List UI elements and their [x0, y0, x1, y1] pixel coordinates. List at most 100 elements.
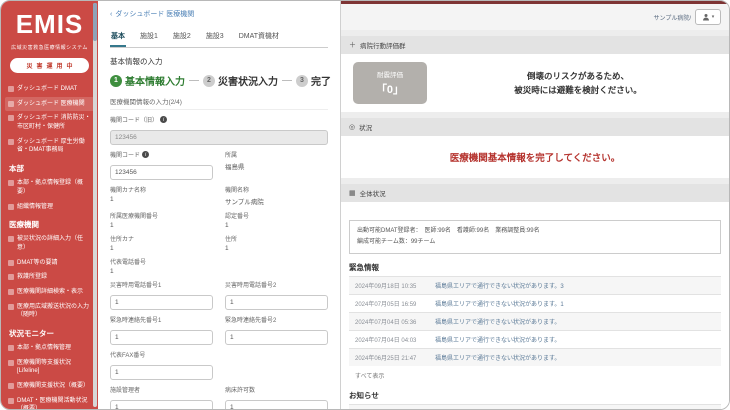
assessment-section-title: 病院行動評価群 — [360, 40, 406, 50]
sidebar-item-dashboard-medical[interactable]: ダッシュボード 医療機関 — [5, 97, 94, 112]
sidebar-item-dashboard-mhlw-dmat[interactable]: ダッシュボード 厚生労働省・DMAT事務局 — [5, 135, 94, 158]
sidebar-item-support-status[interactable]: 医療機関支援状況（概要） — [5, 379, 94, 394]
org-code-field[interactable] — [110, 165, 213, 180]
status-section-header[interactable]: ◎ 状況 — [341, 118, 729, 136]
dashboard-panel: サンプル病院/ ▾ ＋ 病院行動評価群 耐震評価 「0」 倒壊のリスクがあるため… — [341, 1, 729, 409]
show-all-link[interactable]: すべて表示 — [349, 366, 721, 385]
emis-logo: EMIS — [1, 1, 98, 40]
sidebar-item-label: 救護所登録 — [17, 273, 47, 282]
cert-no-value: 1 — [225, 222, 328, 229]
affiliation-label: 所属 — [225, 150, 328, 159]
menu-icon — [8, 236, 14, 242]
sidebar-item-dashboard-fire-municipal[interactable]: ダッシュボード 消防防災・市区町村・保健所 — [5, 111, 94, 134]
emergency-row[interactable]: 2024年06月25日 21:47 福島県エリアで通行できない状況があります。 — [349, 348, 721, 366]
sidebar-item-aid-station[interactable]: 救護所登録 — [5, 270, 94, 285]
row-text: 福島県エリアで通行できない状況があります。1 — [435, 299, 564, 308]
sidebar-item-dmat-request[interactable]: DMAT等の要請 — [5, 256, 94, 271]
menu-icon — [8, 274, 14, 280]
org-code-label: 機関コード i — [110, 150, 213, 159]
step-connector — [282, 80, 292, 81]
emergency-row[interactable]: 2024年07月05日 16:59 福島県エリアで通行できない状況があります。1 — [349, 294, 721, 312]
row-date: 2024年09月18日 10:35 — [355, 281, 427, 290]
sidebar-item-label: ダッシュボード DMAT — [17, 85, 77, 94]
sidebar-item-dmat-activity[interactable]: DMAT・医療機関活動状況（概要） — [5, 394, 94, 409]
breadcrumb[interactable]: ‹ ダッシュボード 医療機関 — [110, 9, 328, 19]
sidebar-item-dashboard-dmat[interactable]: ダッシュボード DMAT — [5, 82, 94, 97]
status-icon: ◎ — [349, 123, 355, 131]
dmat-registrants: 出動可能DMAT登録者： 医師:99名 看護師:99名 業務調整員:99名 — [357, 226, 713, 237]
sidebar-item-label: ダッシュボード 医療機関 — [17, 100, 85, 109]
breadcrumb-label: ダッシュボード 医療機関 — [115, 9, 194, 19]
back-arrow-icon: ‹ — [110, 11, 112, 18]
logged-in-facility[interactable]: サンプル病院/ — [654, 13, 692, 22]
disaster-tel1-field[interactable] — [110, 295, 213, 310]
emergency-row[interactable]: 2024年07月04日 05:36 福島県エリアで通行できない状況があります。 — [349, 312, 721, 330]
sidebar-item-org-info[interactable]: 組織情報管理 — [5, 200, 94, 215]
tab-basic[interactable]: 基本 — [110, 28, 126, 47]
badge-value: 「0」 — [376, 81, 404, 97]
sidebar-item-transport-input[interactable]: 医療用広域搬送状況の入力（随時） — [5, 300, 94, 323]
disaster-tel2-field[interactable] — [225, 295, 328, 310]
med-org-no-value: 1 — [110, 222, 213, 229]
tab-facility-1[interactable]: 施設1 — [139, 28, 159, 47]
fax-field[interactable] — [110, 365, 213, 380]
grid-icon: ▦ — [349, 189, 356, 197]
row-text: 福島県エリアで通行できない状況があります。 — [435, 353, 560, 362]
menu-icon — [8, 260, 14, 266]
page-title: 基本情報の入力 — [110, 56, 328, 67]
sidebar-section-honbu: 本部 — [5, 158, 94, 176]
info-icon[interactable]: i — [160, 116, 167, 123]
sidebar-scrollbar-thumb[interactable] — [93, 3, 97, 41]
overall-section-header[interactable]: ▦ 全体状況 — [341, 184, 729, 202]
notice-row[interactable]: 2024年07月03日 23:12 2024年度DMAT隊員資格更新について7/… — [349, 404, 721, 409]
manager-field[interactable] — [110, 400, 213, 409]
sidebar: EMIS 広域災害救急医療情報システム 災害運用中 ダッシュボード DMAT ダ… — [1, 1, 98, 409]
sidebar-item-damage-detail[interactable]: 被災状況の詳細入力（任意） — [5, 232, 94, 255]
beds-field[interactable] — [225, 400, 328, 409]
sidebar-section-medical: 医療機関 — [5, 214, 94, 232]
sidebar-item-label: 医療機関詳細検索・表示 — [17, 288, 83, 297]
step-number: 3 — [296, 75, 308, 87]
info-icon[interactable]: i — [142, 151, 149, 158]
cert-no-label: 認定番号 — [225, 211, 328, 220]
step-disaster-status: 2 災害状況入力 — [203, 73, 278, 88]
menu-icon — [8, 289, 14, 295]
sidebar-item-hq-registration[interactable]: 本部・拠点情報登録（概要） — [5, 176, 94, 199]
sidebar-item-label: ダッシュボード 消防防災・市区町村・保健所 — [17, 114, 91, 131]
tab-facility-2[interactable]: 施設2 — [172, 28, 192, 47]
sidebar-item-med-search[interactable]: 医療機関詳細検索・表示 — [5, 285, 94, 300]
emergency-row[interactable]: 2024年09月18日 10:35 福島県エリアで通行できない状況があります。3 — [349, 276, 721, 294]
addr-kana-value: 1 — [110, 245, 213, 252]
main-form-panel: ‹ ダッシュボード 医療機関 基本 施設1 施設2 施設3 DMAT資機材 基本… — [98, 1, 341, 409]
menu-icon — [8, 204, 14, 210]
assessment-section-header[interactable]: ＋ 病院行動評価群 — [341, 36, 729, 54]
emergency-row[interactable]: 2024年07月04日 04:03 福島県エリアで通行できない状況があります。 — [349, 330, 721, 348]
tab-facility-3[interactable]: 施設3 — [205, 28, 225, 47]
row-date: 2024年07月05日 16:59 — [355, 299, 427, 308]
tab-bar: 基本 施設1 施設2 施設3 DMAT資機材 — [110, 28, 328, 48]
sidebar-scrollbar[interactable] — [93, 3, 97, 407]
name-label: 機関名称 — [225, 185, 328, 194]
tab-dmat-equipment[interactable]: DMAT資機材 — [238, 28, 280, 47]
user-menu-button[interactable]: ▾ — [695, 9, 721, 25]
menu-icon — [8, 345, 14, 351]
sidebar-nav: ダッシュボード DMAT ダッシュボード 医療機関 ダッシュボード 消防防災・市… — [1, 80, 98, 409]
status-section-title: 状況 — [359, 122, 372, 132]
sidebar-item-hq-info-mgmt[interactable]: 本部・拠点情報管理 — [5, 341, 94, 356]
kana-name-label: 機関カナ名称 — [110, 185, 213, 194]
dashboard-icon — [8, 101, 14, 107]
step-basic-info: 1 基本情報入力 — [110, 73, 185, 88]
dashboard-icon — [8, 115, 14, 121]
form-section-title: 医療機関情報の入力(2/4) — [110, 96, 328, 110]
sidebar-item-lifeline-status[interactable]: 医療機関等支援状況 [Lifeline] — [5, 356, 94, 379]
beds-label: 病床許可数 — [225, 385, 328, 394]
sidebar-section-monitor: 状況モニター — [5, 323, 94, 341]
assessment-message: 倒壊のリスクがあるため、 被災時には避難を検討ください。 — [439, 69, 717, 98]
dmat-summary-box: 出動可能DMAT登録者： 医師:99名 看護師:99名 業務調整員:99名 編成… — [349, 220, 721, 254]
overall-body: 出動可能DMAT登録者： 医師:99名 看護師:99名 業務調整員:99名 編成… — [341, 202, 729, 409]
badge-title: 耐震評価 — [377, 69, 403, 79]
step-label: 基本情報入力 — [125, 73, 185, 88]
emergency-tel2-field[interactable] — [225, 330, 328, 345]
emis-window: EMIS 広域災害救急医療情報システム 災害運用中 ダッシュボード DMAT ダ… — [0, 0, 730, 410]
emergency-tel1-field[interactable] — [110, 330, 213, 345]
